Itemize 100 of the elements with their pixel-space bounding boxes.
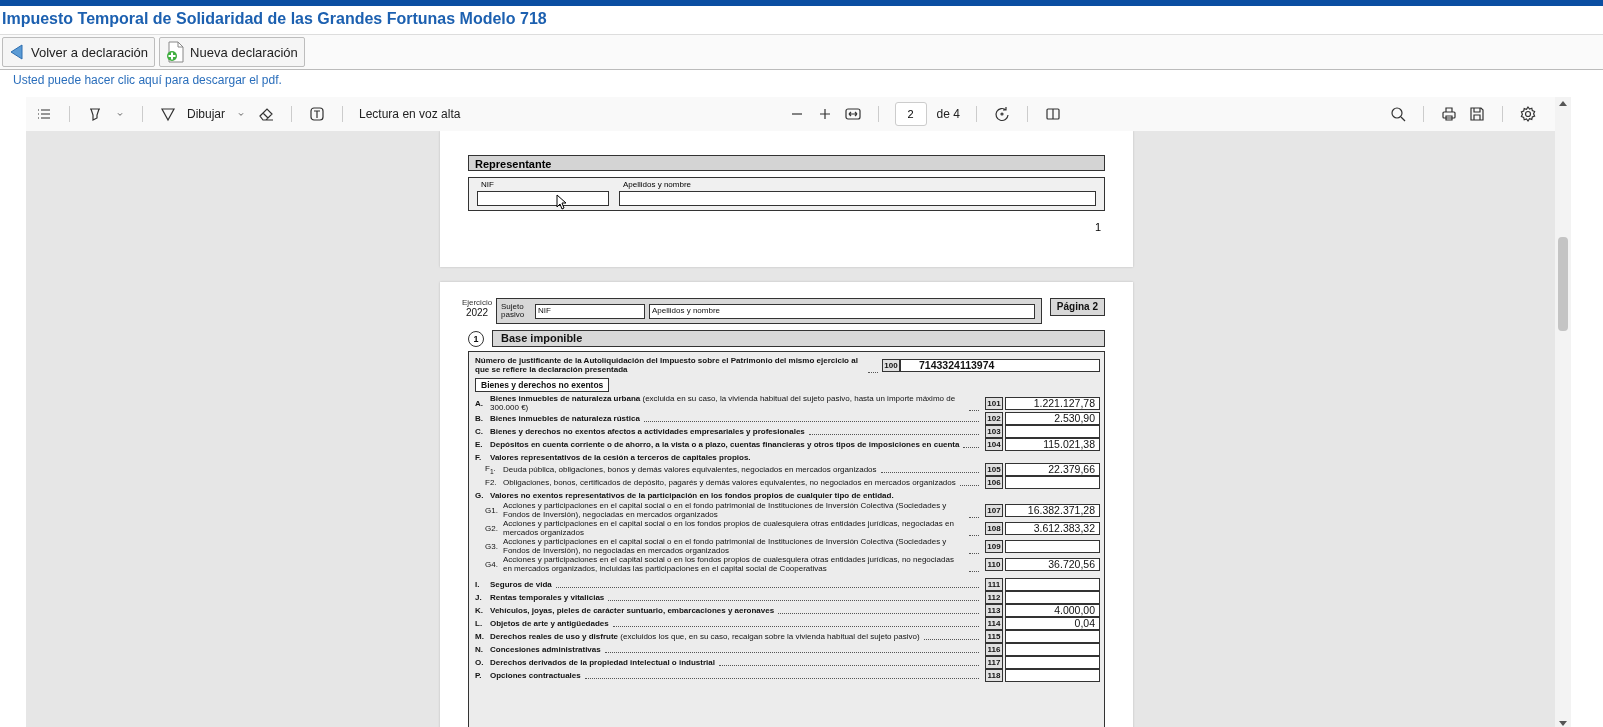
row-letter: B. xyxy=(475,414,484,423)
amount-field[interactable]: 4.000,00 xyxy=(1005,604,1100,617)
amount-field[interactable]: 115.021,38 xyxy=(1005,438,1100,451)
settings-icon[interactable] xyxy=(1519,105,1537,123)
row-label: Opciones contractuales xyxy=(490,671,581,680)
new-declaration-button[interactable]: Nueva declaración xyxy=(159,37,305,67)
read-aloud-label[interactable]: Lectura en voz alta xyxy=(359,107,461,121)
amount-field[interactable]: 2.530,90 xyxy=(1005,412,1100,425)
amount-field[interactable]: 0,04 xyxy=(1005,617,1100,630)
box-number: 106 xyxy=(985,476,1003,489)
row-label: Vehículos, joyas, pieles de carácter suntuario, embarcaciones y aeronaves xyxy=(490,606,775,615)
amount-field[interactable]: 36.720,56 xyxy=(1005,557,1100,571)
row-letter: L. xyxy=(475,619,484,628)
fit-width-icon[interactable] xyxy=(843,105,862,123)
box-number: 109 xyxy=(985,539,1003,553)
row-letter: G2. xyxy=(485,523,499,533)
print-icon[interactable] xyxy=(1440,105,1458,123)
row-letter: G3. xyxy=(485,541,499,551)
form-field[interactable] xyxy=(477,191,609,206)
form-field[interactable]: NIF xyxy=(535,303,645,319)
page-total: de 4 xyxy=(936,107,960,121)
row-label: Concesiones administrativas xyxy=(490,645,601,654)
row-label: Número de justificante de la Autoliquidación del Impuesto sobre el Patrimonio del mismo ejercicio al que se refiere la declaración presentada xyxy=(475,356,859,374)
box-number: 102 xyxy=(985,412,1003,425)
row-letter: C. xyxy=(475,427,484,436)
box-number: 112 xyxy=(985,591,1003,604)
scroll-up-icon[interactable] xyxy=(1559,101,1567,106)
amount-field[interactable] xyxy=(1005,630,1100,643)
page-view-icon[interactable] xyxy=(1043,105,1062,123)
mouse-cursor-icon xyxy=(556,194,567,210)
box-number: 116 xyxy=(985,643,1003,656)
exercise-label: Ejercicio xyxy=(461,298,493,307)
box-number: 118 xyxy=(985,669,1003,682)
box-number: 110 xyxy=(985,557,1003,571)
form-field[interactable] xyxy=(619,191,1096,206)
box-number: 114 xyxy=(985,617,1003,630)
amount-field[interactable]: 16.382.371,28 xyxy=(1005,503,1100,517)
row-label: Obligaciones, bonos, certificados de depósito, pagarés y demás valores equivalentes, no negociados en mercados organizados xyxy=(503,478,956,487)
row-letter: G1. xyxy=(485,505,499,515)
rotate-icon[interactable] xyxy=(992,105,1011,123)
row-label: Rentas temporales y vitalicias xyxy=(490,593,605,602)
page-number-field[interactable]: 2 xyxy=(894,102,927,126)
amount-field[interactable] xyxy=(1005,578,1100,591)
box-number: 100 xyxy=(882,358,900,372)
section-heading: Base imponible xyxy=(492,330,1105,347)
row-letter: N. xyxy=(475,645,484,654)
row-label: Acciones y participaciones en el capital social o en el fondo patrimonial de Instituciones de Inversión Colectiva (Sociedades y Fondos de Inversión), no negociadas en mercados organizados xyxy=(503,537,948,555)
search-icon[interactable] xyxy=(1389,105,1407,123)
row-letter: J. xyxy=(475,593,483,602)
row-letter: F2. xyxy=(485,478,498,487)
amount-field[interactable] xyxy=(1005,591,1100,604)
amount-field[interactable] xyxy=(1005,425,1100,438)
subsection-heading: Bienes y derechos no exentos xyxy=(475,378,610,392)
section-heading: Representante xyxy=(468,155,1105,171)
amount-field[interactable] xyxy=(1005,656,1100,669)
row-label: Acciones y participaciones en el capital social o en los fondos propios de cualesquiera otras entidades jurídicas, no negociadas en mercados organizados, incluidas las participaciones en el capital social de Cooperativas xyxy=(503,555,955,573)
draw-label[interactable]: Dibujar xyxy=(187,107,225,121)
field-label: NIF xyxy=(480,180,495,191)
box-number: 101 xyxy=(985,396,1003,410)
box-number: 105 xyxy=(985,463,1003,476)
box-number: 111 xyxy=(985,578,1003,591)
download-link[interactable]: Usted puede hacer clic aquí para descargar el pdf. xyxy=(13,73,282,87)
amount-field[interactable]: 1.221.127,78 xyxy=(1005,396,1100,410)
amount-field[interactable] xyxy=(1005,669,1100,682)
row-label: Bienes inmuebles de naturaleza rústica xyxy=(490,414,640,423)
row-label: Acciones y participaciones en el capital social o en el fondo patrimonial de Instituciones de Inversión Colectiva (Sociedades y Fondos de Inversión), negociadas en mercados organizados xyxy=(503,501,948,519)
receipt-number-field[interactable]: 7143324113974 xyxy=(900,358,1100,372)
page-number: 1 xyxy=(1094,221,1101,233)
draw-icon[interactable] xyxy=(159,105,177,123)
row-letter: G4. xyxy=(485,559,499,569)
form-field[interactable]: Apellidos y nombre xyxy=(649,303,1035,319)
back-button[interactable]: Volver a declaración xyxy=(2,37,156,67)
row-letter: A. xyxy=(475,398,484,408)
row-label: Derechos reales de uso y disfrute (excluidos los que, en su caso, recaigan sobre la vivienda habitual del sujeto pasivo) xyxy=(490,632,920,641)
field-label: Apellidos y nombre xyxy=(622,180,693,191)
amount-field[interactable]: 22.379,66 xyxy=(1005,463,1100,476)
box-number: 103 xyxy=(985,425,1003,438)
row-letter: K. xyxy=(475,606,484,615)
row-label: Bienes y derechos no exentos afectos a actividades empresariales y profesionales xyxy=(490,427,805,436)
save-icon[interactable] xyxy=(1468,105,1486,123)
scrollbar-thumb[interactable] xyxy=(1558,237,1568,331)
row-letter: P. xyxy=(475,671,483,680)
amount-field[interactable] xyxy=(1005,539,1100,553)
row-label: Derechos derivados de la propiedad intelectual o industrial xyxy=(490,658,715,667)
scroll-down-icon[interactable] xyxy=(1559,721,1567,726)
back-arrow-icon xyxy=(9,44,25,60)
new-document-icon xyxy=(166,41,185,63)
page-label: Página 2 xyxy=(1049,298,1105,316)
row-letter: F. xyxy=(475,452,483,462)
exercise-year: 2022 xyxy=(465,307,489,318)
scrollbar[interactable] xyxy=(1555,97,1571,727)
box-number: 115 xyxy=(985,630,1003,643)
row-label: Depósitos en cuenta corriente o de ahorro, a la vista o a plazo, cuentas financieras y otros tipos de imposiciones en cuenta xyxy=(490,440,960,449)
amount-field[interactable] xyxy=(1005,476,1100,489)
amount-field[interactable]: 3.612.383,32 xyxy=(1005,521,1100,535)
row-letter: E. xyxy=(475,440,484,449)
text-box-icon[interactable] xyxy=(308,105,326,123)
box-number: 113 xyxy=(985,604,1003,617)
box-number: 104 xyxy=(985,438,1003,451)
amount-field[interactable] xyxy=(1005,643,1100,656)
